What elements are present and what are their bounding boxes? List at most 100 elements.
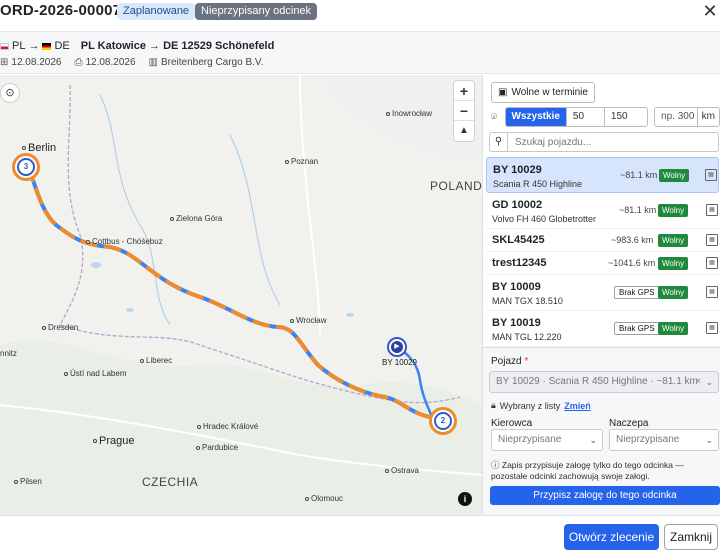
custom-km-input[interactable]: np. 300 km [654, 107, 720, 127]
map-label-ostrava: Ostrava [385, 466, 419, 475]
map-label-poznan: Poznan [285, 157, 318, 166]
assignment-note-text: Zapis przypisuje załogę tylko do tego od… [491, 460, 684, 481]
calendar-icon[interactable]: ▦ [706, 204, 718, 216]
calendar-icon[interactable]: ▦ [706, 234, 718, 246]
driver-select-value: Nieprzypisane [498, 434, 562, 445]
delivery-date: ⎙ 12.08.2026 [74, 57, 135, 68]
route-from-code: PL [12, 40, 26, 52]
vehicle-row[interactable]: SKL45425 ~983.6 km Wolny ▦ [486, 229, 719, 252]
route-map[interactable]: ⊙ + − ▲ Berlin Poznan POLAND Inowrocław … [0, 75, 482, 515]
map-label-liberec: Liberec [140, 356, 172, 365]
vehicle-search-input[interactable]: ⚲ Szukaj pojazdu... [489, 132, 719, 152]
delivery-icon: ⎙ [74, 57, 83, 68]
vehicle-panel: ▣ Wolne w terminie ⌾ Wszystkie 50 km 150… [482, 75, 720, 515]
assign-crew-button[interactable]: Przypisz załogę do tego odcinka [490, 486, 720, 505]
map-canvas [0, 75, 482, 515]
route-end-marker[interactable]: 2 [429, 407, 457, 435]
close-button[interactable]: Zamknij [664, 524, 718, 550]
free-on-time-button[interactable]: ▣ Wolne w terminie [491, 82, 595, 103]
lake-1 [91, 262, 101, 268]
map-label-usti: Ústí nad Labem [64, 369, 126, 378]
map-label-dresden: Dresden [42, 323, 78, 332]
vehicle-distance: ~81.1 km [619, 205, 657, 215]
client: ▥ Breitenberg Cargo B.V. [149, 57, 264, 68]
open-order-button[interactable]: Otwórz zlecenie [564, 524, 659, 550]
close-icon[interactable]: ✕ [702, 1, 718, 21]
status-badge-planned: Zaplanowane [117, 3, 196, 20]
vehicle-distance: ~81.1 km [620, 170, 658, 180]
pickup-date-value: 12.08.2026 [11, 57, 62, 68]
vehicle-list: BY 10029 Scania R 450 Highline ~81.1 km … [486, 157, 719, 347]
status-badge: Wolny [658, 204, 689, 217]
map-label-olomouc: Olomouc [305, 494, 343, 503]
vehicle-select-value: BY 10029 · Scania R 450 Highline · ~81.1… [496, 376, 698, 387]
no-gps-badge: Brak GPS [614, 286, 660, 299]
radius-option-all[interactable]: Wszystkie [505, 108, 567, 126]
no-gps-badge: Brak GPS [614, 322, 660, 335]
vehicle-model: Volvo FH 460 Globetrotter [492, 214, 597, 224]
compass-button[interactable]: ▲ [454, 121, 474, 141]
chevron-down-icon: ⌄ [589, 435, 597, 445]
vehicle-plate: GD 10002 [492, 199, 543, 211]
order-id: ORD-2026-00007 [0, 2, 122, 19]
calendar-icon[interactable]: ▦ [706, 286, 718, 298]
vehicle-marker[interactable]: ▶ [387, 337, 407, 357]
vehicle-model: Scania R 450 Highline [493, 179, 583, 189]
calendar-icon[interactable]: ▦ [706, 257, 718, 269]
map-label-wroclaw: Wrocław [290, 316, 327, 325]
vehicle-distance: ~983.6 km [611, 235, 654, 245]
locate-icon[interactable]: ⊙ [1, 84, 19, 102]
delivery-date-value: 12.08.2026 [85, 57, 136, 68]
calendar-icon[interactable]: ▦ [706, 322, 718, 334]
zoom-in-button[interactable]: + [454, 81, 474, 101]
driver-label: Kierowca [491, 418, 533, 429]
status-badge: Wolny [659, 169, 690, 182]
flag-pl-icon [0, 42, 9, 50]
driver-select[interactable]: Nieprzypisane ⌄ [491, 429, 603, 451]
status-badge: Wolny [658, 286, 689, 299]
trailer-select[interactable]: Nieprzypisane ⌄ [609, 429, 719, 451]
vehicle-row[interactable]: BY 10019 MAN TGL 12.220 Brak GPS Wolny ▦ [486, 311, 719, 347]
vehicle-model: MAN TGX 18.510 [492, 296, 563, 306]
map-label-pardubice: Pardubice [196, 443, 238, 452]
vehicle-marker-label: BY 10029 [382, 358, 417, 367]
info-icon[interactable]: i [458, 492, 472, 506]
route-meta: ⊞ 12.08.2026 ⎙ 12.08.2026 ▥ Breitenberg … [0, 57, 276, 68]
chevron-down-icon: ⌄ [705, 377, 713, 387]
radius-option-50[interactable]: 50 km [567, 108, 605, 126]
radius-option-150[interactable]: 150 km [605, 108, 647, 126]
vehicle-row[interactable]: trest12345 ~1041.6 km Wolny ▦ [486, 252, 719, 275]
radius-filter: ⌾ Wszystkie 50 km 150 km np. 300 km [491, 106, 720, 128]
radius-segmented-control: Wszystkie 50 km 150 km [504, 107, 649, 127]
zoom-out-button[interactable]: − [454, 101, 474, 121]
vehicle-field-label: Pojazd * [491, 356, 529, 367]
vehicle-select[interactable]: BY 10029 · Scania R 450 Highline · ~81.1… [489, 371, 719, 393]
vehicle-row[interactable]: GD 10002 Volvo FH 460 Globetrotter ~81.1… [486, 193, 719, 229]
route-arrow: → [28, 40, 40, 52]
route-line: PL → DE PL Katowice → DE 12529 Schönefel… [0, 40, 274, 52]
road-2 [299, 75, 321, 336]
map-label-hradec: Hradec Králové [197, 422, 258, 431]
search-icon: ⚲ [490, 133, 508, 151]
vehicle-plate: BY 10029 [493, 164, 542, 176]
lake-2 [126, 308, 134, 312]
chevron-down-icon: ⌄ [705, 435, 713, 445]
map-label-cottbus: Cottbus - Chóśebuz [86, 237, 163, 246]
change-link[interactable]: Zmień [564, 401, 591, 411]
vehicle-plate: trest12345 [492, 257, 547, 269]
building-icon: ▥ [148, 57, 158, 68]
km-placeholder: np. 300 [661, 111, 695, 122]
vehicle-row[interactable]: BY 10029 Scania R 450 Highline ~81.1 km … [486, 157, 719, 193]
vehicle-plate: BY 10019 [492, 317, 541, 329]
map-label-inowroclaw: Inowrocław [386, 109, 432, 118]
route-summary-bar: PL → DE PL Katowice → DE 12529 Schönefel… [0, 31, 720, 74]
map-label-prague: Prague [93, 435, 134, 447]
clear-icon[interactable]: × [695, 372, 701, 392]
pickup-icon: ⊞ [0, 57, 9, 68]
vehicle-row[interactable]: BY 10009 MAN TGX 18.510 Brak GPS Wolny ▦ [486, 275, 719, 311]
route-start-marker[interactable]: 3 [12, 153, 40, 181]
calendar-icon[interactable]: ▦ [705, 169, 717, 181]
km-unit: km [696, 108, 719, 126]
trailer-label: Naczepa [609, 418, 649, 429]
truck-icon: ▶ [391, 341, 403, 353]
